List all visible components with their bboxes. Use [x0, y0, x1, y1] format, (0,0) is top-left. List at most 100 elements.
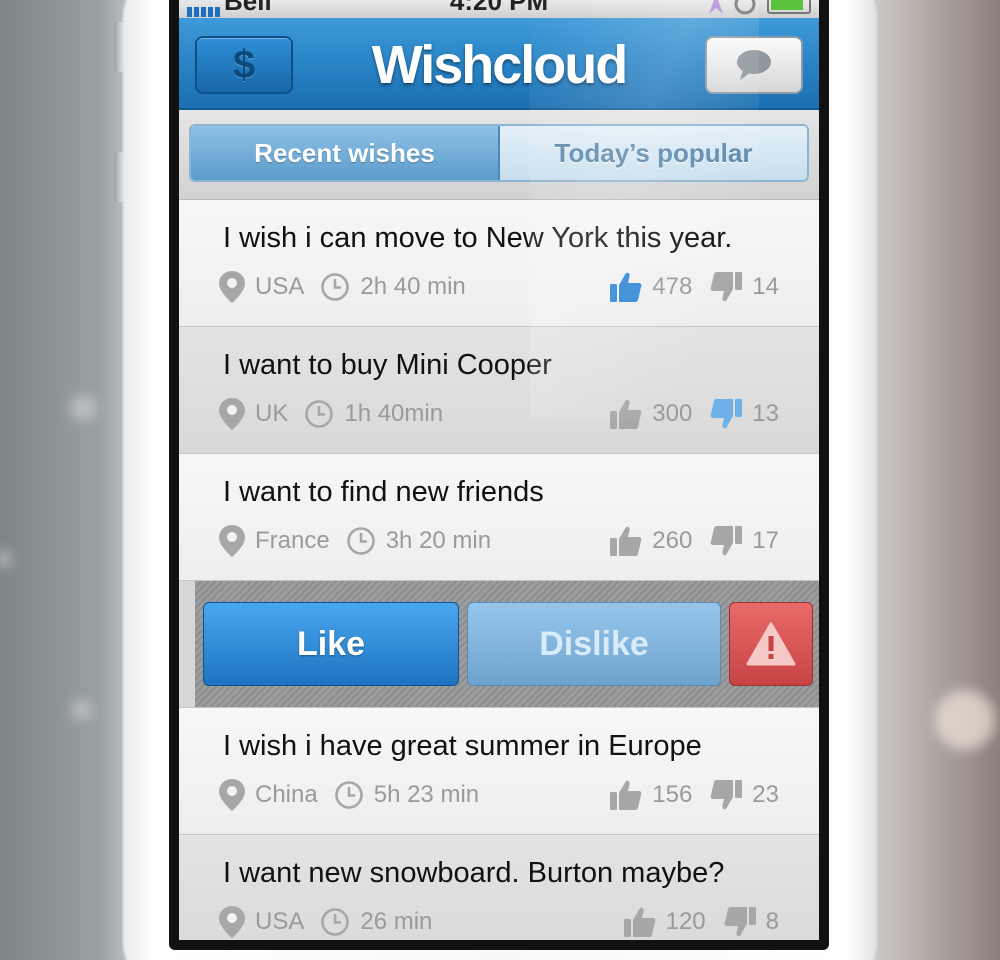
- thumbs-up-icon: [610, 526, 642, 556]
- vote-counts: 300 13: [610, 398, 779, 430]
- wish-meta: China 5h 23 min 156 23: [219, 778, 779, 812]
- like-count-label: 156: [652, 781, 693, 808]
- thumbs-up-icon: [610, 780, 642, 810]
- dislike-count[interactable]: 8: [724, 906, 779, 938]
- thumbs-down-icon: [710, 526, 743, 556]
- vote-counts: 156 23: [610, 779, 779, 811]
- background-bokeh: [70, 395, 96, 421]
- like-count[interactable]: 120: [623, 906, 706, 938]
- like-count[interactable]: 478: [610, 271, 692, 303]
- wish-row[interactable]: I wish i have great summer in Europe Chi…: [179, 708, 819, 835]
- vote-counts: 478 14: [610, 271, 779, 303]
- time-label: 5h 23 min: [373, 781, 480, 808]
- wish-text: I want to buy Mini Cooper: [223, 349, 552, 381]
- tab-bar: Recent wishes Today’s popular: [179, 110, 819, 200]
- dislike-count[interactable]: 13: [710, 398, 779, 430]
- dislike-count[interactable]: 14: [710, 271, 779, 303]
- dislike-count-label: 13: [752, 400, 779, 427]
- thumbs-up-icon: [610, 399, 642, 429]
- time-label: 26 min: [360, 908, 433, 935]
- volume-up-button: [114, 22, 124, 72]
- rotation-lock-icon: [734, 0, 756, 15]
- location: China: [219, 779, 318, 811]
- dislike-count-label: 23: [752, 781, 779, 808]
- wish-row[interactable]: I want new snowboard. Burton maybe? USA …: [179, 835, 819, 940]
- location-label: USA: [255, 273, 305, 300]
- like-button[interactable]: Like: [203, 602, 459, 686]
- time-label: 1h 40min: [344, 400, 444, 427]
- location-pin-icon: [219, 779, 245, 811]
- warning-icon: [746, 622, 796, 666]
- location: USA: [219, 271, 304, 303]
- time-ago: 5h 23 min: [334, 780, 479, 810]
- time-ago: 1h 40min: [304, 399, 443, 429]
- tab-todays-popular[interactable]: Today’s popular: [500, 126, 807, 180]
- vote-counts: 260 17: [610, 525, 779, 557]
- clock-icon: [321, 273, 350, 301]
- time-label: 3h 20 min: [385, 527, 492, 554]
- like-count-label: 260: [652, 527, 693, 554]
- like-count[interactable]: 260: [610, 525, 692, 557]
- location: USA: [219, 906, 304, 938]
- vote-counts: 120 8: [623, 906, 779, 938]
- messages-button[interactable]: [705, 36, 803, 94]
- wish-meta: France 3h 20 min 260 17: [219, 524, 779, 558]
- location-pin-icon: [219, 271, 245, 303]
- speech-bubble-icon: [737, 50, 771, 80]
- dislike-count[interactable]: 23: [710, 779, 779, 811]
- thumbs-down-icon: [710, 272, 743, 302]
- clock-icon: [334, 781, 363, 809]
- time-ago: 2h 40 min: [320, 272, 466, 302]
- background-bokeh: [935, 690, 995, 750]
- location: France: [219, 525, 330, 557]
- like-count-label: 300: [652, 400, 693, 427]
- wish-meta: USA 2h 40 min 478 14: [219, 270, 779, 304]
- status-bar: Bell 4:20 PM: [179, 0, 819, 18]
- volume-down-button: [114, 152, 124, 202]
- background-bokeh: [72, 700, 92, 720]
- like-count[interactable]: 156: [610, 779, 692, 811]
- report-button[interactable]: [729, 602, 813, 686]
- location-label: France: [255, 527, 330, 554]
- like-count-label: 478: [652, 273, 693, 300]
- like-count-label: 120: [665, 908, 706, 935]
- app-screen: Bell 4:20 PM $ Wishcloud Recent wishes T…: [179, 0, 819, 940]
- wish-list: I wish i can move to New York this year.…: [179, 200, 819, 940]
- nav-bar: $ Wishcloud: [179, 18, 819, 110]
- like-count[interactable]: 300: [610, 398, 692, 430]
- dislike-count-label: 8: [765, 908, 779, 935]
- wish-text: I want to find new friends: [223, 476, 544, 508]
- location-label: USA: [255, 908, 305, 935]
- clock-icon: [346, 527, 375, 555]
- time-label: 2h 40 min: [360, 273, 466, 300]
- location-pin-icon: [219, 906, 245, 938]
- location: UK: [219, 398, 288, 430]
- wish-text: I wish i can move to New York this year.: [223, 222, 733, 254]
- dislike-button[interactable]: Dislike: [467, 602, 721, 686]
- thumbs-up-icon: [610, 272, 642, 302]
- segmented-control: Recent wishes Today’s popular: [189, 124, 809, 182]
- clock-icon: [321, 908, 350, 936]
- dislike-count-label: 14: [752, 273, 779, 300]
- time-ago: 3h 20 min: [346, 526, 491, 556]
- status-indicators: [709, 0, 811, 16]
- location-arrow-icon: [709, 0, 723, 14]
- wish-text: I wish i have great summer in Europe: [223, 730, 702, 762]
- wish-row[interactable]: I want to buy Mini Cooper UK 1h 40min 30…: [179, 327, 819, 454]
- location-pin-icon: [219, 525, 245, 557]
- background-bokeh: [0, 550, 12, 568]
- thumbs-down-icon: [710, 780, 743, 810]
- tab-recent-wishes[interactable]: Recent wishes: [191, 126, 500, 180]
- thumbs-down-icon: [724, 907, 756, 937]
- wish-meta: UK 1h 40min 300 13: [219, 397, 779, 431]
- thumbs-down-icon: [710, 399, 743, 429]
- dislike-count-label: 17: [752, 527, 779, 554]
- wish-row[interactable]: I wish i can move to New York this year.…: [179, 200, 819, 327]
- wish-row[interactable]: I want to find new friends France 3h 20 …: [179, 454, 819, 581]
- dislike-count[interactable]: 17: [710, 525, 779, 557]
- thumbs-up-icon: [623, 907, 655, 937]
- location-label: China: [255, 781, 318, 808]
- wish-meta: USA 26 min 120 8: [219, 905, 779, 939]
- location-label: UK: [255, 400, 289, 427]
- time-ago: 26 min: [320, 907, 432, 937]
